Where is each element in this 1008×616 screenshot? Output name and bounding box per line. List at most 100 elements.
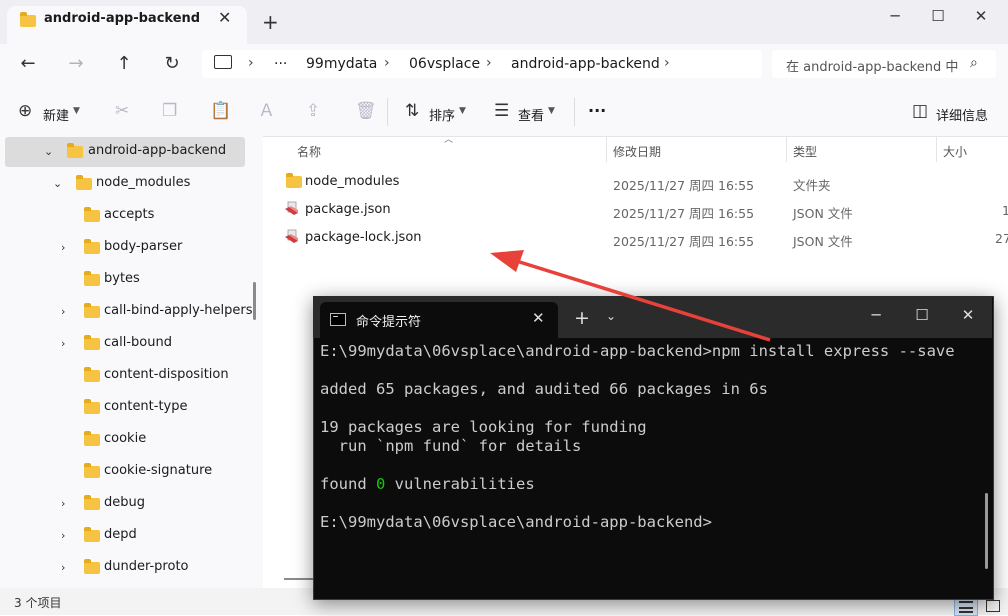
window-close-button[interactable]: ✕ [966,6,996,26]
maximize-button[interactable]: ☐ [923,6,953,26]
terminal-tab-title: 命令提示符 [356,315,422,330]
terminal-line: found 0 vulnerabilities [320,475,980,494]
sidebar-scrollbar[interactable] [253,282,256,320]
minimize-button[interactable]: ─ [880,6,910,26]
chevron-down-icon[interactable]: ⌄ [53,177,62,190]
toolbar-divider [387,98,388,126]
column-header-size[interactable]: 大小 [943,143,967,160]
breadcrumb-item[interactable]: 99mydata [306,56,377,72]
details-button[interactable]: 详细信息 [936,105,988,124]
folder-icon [84,399,100,414]
view-button[interactable]: 查看 [518,105,544,124]
sidebar-item-label: cookie-signature [104,463,213,478]
chevron-right-icon[interactable]: › [61,561,65,574]
sidebar-item-call-bound[interactable]: › call-bound [0,328,250,360]
close-icon[interactable]: ✕ [532,309,545,327]
more-options-button[interactable]: ··· [588,101,606,120]
file-size: 27 [995,231,1008,246]
search-icon[interactable]: ⌕ [970,55,978,71]
computer-icon [214,55,232,69]
up-arrow-icon[interactable]: ↑ [111,52,137,76]
sidebar-item-label: bytes [104,271,140,286]
item-count: 3 个项目 [14,596,62,610]
sidebar-item-depd[interactable]: › depd [0,520,250,552]
terminal-scrollbar[interactable] [985,493,988,569]
rename-icon[interactable]: Ａ [258,101,275,121]
forward-arrow-icon[interactable]: → [63,52,89,76]
sidebar-item-root[interactable]: ⌄ android-app-backend [0,136,250,168]
sidebar-item-label: call-bound [104,335,172,350]
folder-icon [84,463,100,478]
new-plus-icon[interactable]: ⊕ [18,101,32,121]
view-icon[interactable]: ☰ [494,101,509,121]
breadcrumb-item[interactable]: 06vsplace [409,56,480,72]
column-header-type[interactable]: 类型 [793,143,817,160]
sidebar-item-body-parser[interactable]: › body-parser [0,232,250,264]
new-tab-button[interactable]: + [262,12,279,32]
chevron-right-icon[interactable]: › [61,305,65,318]
copy-icon[interactable]: ❐ [162,101,177,121]
minimize-button[interactable]: ─ [864,306,888,324]
cut-icon[interactable]: ✂ [115,101,129,121]
folder-icon [286,173,302,188]
sidebar-item-debug[interactable]: › debug [0,488,250,520]
column-divider[interactable] [606,136,607,162]
share-icon[interactable]: ⇪ [306,101,320,121]
sort-button[interactable]: 排序 [429,105,455,124]
file-size: 1 [1002,203,1008,218]
terminal-line: added 65 packages, and audited 66 packag… [320,380,768,398]
chevron-right-icon[interactable]: › [664,55,670,71]
sidebar-item-dunder-proto[interactable]: › dunder-proto [0,552,250,584]
refresh-icon[interactable]: ↻ [159,52,185,76]
new-button[interactable]: 新建 [43,105,69,124]
paste-icon[interactable]: 📋 [210,101,231,121]
sidebar-item-node-modules[interactable]: ⌄ node_modules [0,168,250,200]
breadcrumb-overflow[interactable]: ··· [274,56,287,72]
chevron-right-icon[interactable]: › [61,529,65,542]
json-file-icon [285,229,298,243]
column-divider[interactable] [936,136,937,162]
chevron-right-icon: › [384,55,390,71]
chevron-down-icon[interactable]: ⌄ [606,309,616,323]
file-row[interactable]: package.json 2025/11/27 周四 16:55 JSON 文件… [280,195,1008,223]
tab-title: android-app-backend [44,11,201,26]
sidebar-item-label: android-app-backend [88,143,227,158]
folder-icon [84,335,100,350]
file-date: 2025/11/27 周四 16:55 [613,178,755,193]
column-header-name[interactable]: 名称 [297,143,321,160]
sidebar-item-accepts[interactable]: accepts [0,200,250,232]
sort-icon[interactable]: ⇅ [405,101,419,121]
sidebar-item-label: debug [104,495,145,510]
sidebar-item-bytes[interactable]: bytes [0,264,250,296]
terminal-output[interactable]: E:\99mydata\06vsplace\android-app-backen… [320,342,980,532]
column-divider[interactable] [786,136,787,162]
breadcrumb-item[interactable]: android-app-backend [511,56,660,72]
new-tab-button[interactable]: + [574,307,590,329]
file-row[interactable]: package-lock.json 2025/11/27 周四 16:55 JS… [280,223,1008,251]
sidebar-item-content-type[interactable]: content-type [0,392,250,424]
chevron-down-icon: ▼ [459,106,466,116]
sidebar-item-call-bind-apply-helpers[interactable]: › call-bind-apply-helpers [0,296,253,328]
sidebar-item-label: call-bind-apply-helpers [104,303,253,318]
vulnerability-count: 0 [376,475,386,493]
close-icon[interactable]: ✕ [218,8,231,27]
maximize-button[interactable]: ☐ [910,306,934,324]
chevron-down-icon[interactable]: ⌄ [44,145,53,158]
search-input[interactable]: 在 android-app-backend 中 [786,56,966,75]
file-row[interactable]: node_modules 2025/11/27 周四 16:55 文件夹 [280,167,1008,195]
chevron-right-icon[interactable]: › [61,337,65,350]
json-file-icon [285,201,298,215]
sidebar-item-label: dunder-proto [104,559,189,574]
chevron-right-icon[interactable]: › [61,497,65,510]
horizontal-scrollbar[interactable] [284,578,314,580]
details-pane-icon[interactable]: ◫ [912,101,928,121]
sidebar-item-content-disposition[interactable]: content-disposition [0,360,250,392]
sidebar-item-cookie-signature[interactable]: cookie-signature [0,456,250,488]
back-arrow-icon[interactable]: ← [15,52,41,76]
delete-icon[interactable]: 🗑 [355,101,377,121]
terminal-text: found [320,475,376,493]
sidebar-item-cookie[interactable]: cookie [0,424,250,456]
column-header-date[interactable]: 修改日期 [613,143,661,160]
chevron-right-icon[interactable]: › [61,241,65,254]
window-close-button[interactable]: ✕ [956,306,980,324]
